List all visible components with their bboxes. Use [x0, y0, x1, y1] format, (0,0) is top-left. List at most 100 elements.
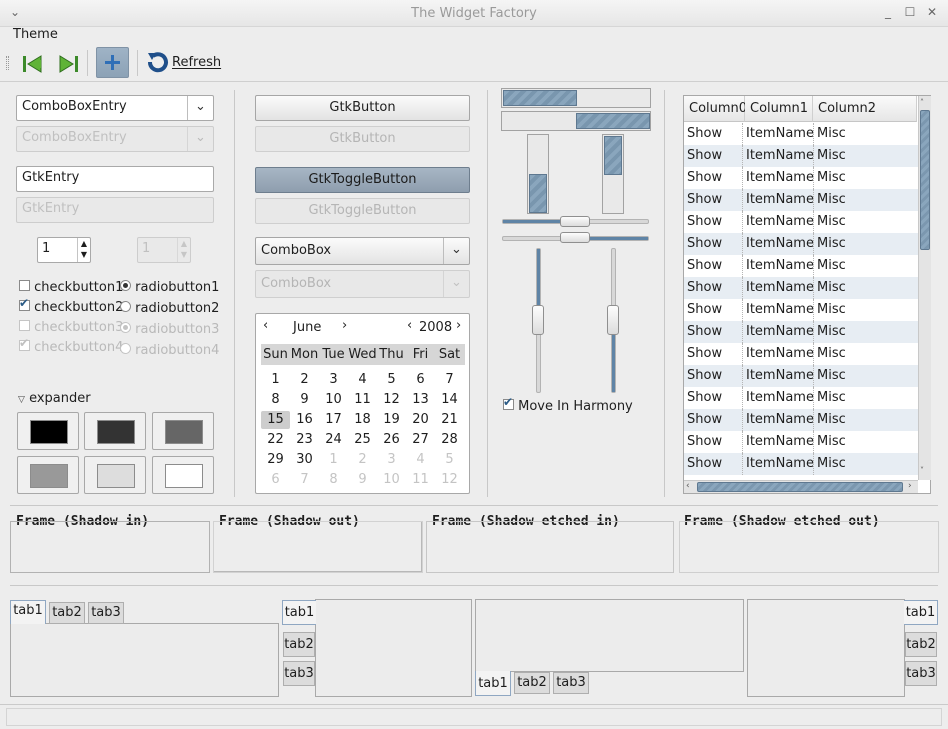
calendar-day[interactable]: 28 — [435, 431, 464, 449]
table-row[interactable]: Show ItemName Misc — [684, 167, 918, 189]
calendar-day[interactable]: 4 — [406, 451, 435, 469]
calendar-day[interactable]: 9 — [290, 391, 319, 409]
gtk-toggle-button[interactable]: GtkToggleButton — [255, 167, 470, 193]
prev-month-arrow[interactable]: ‹ — [263, 318, 268, 333]
horizontal-scrollbar[interactable]: ‹ › — [684, 480, 918, 493]
calendar-day[interactable]: 2 — [348, 451, 377, 469]
hscale-2-handle[interactable] — [560, 232, 590, 243]
table-row[interactable]: Show ItemName Misc — [684, 453, 918, 475]
calendar-day[interactable]: 26 — [377, 431, 406, 449]
calendar[interactable]: ‹ June › ‹ 2008 › Sun Mon Tue Wed Thu Fri Sat 1… — [255, 313, 470, 494]
goto-first-icon[interactable] — [20, 51, 46, 77]
spin-button[interactable]: 1 ▲ ▼ — [37, 237, 91, 263]
table-row[interactable]: Show ItemName Misc — [684, 189, 918, 211]
notebook-right-tab3[interactable]: tab3 — [905, 661, 937, 686]
notebook-left-tab3[interactable]: tab3 — [283, 661, 315, 686]
scroll-up-icon[interactable]: ˄ — [920, 98, 924, 107]
scrollbar-thumb[interactable] — [920, 110, 930, 250]
hscale-1-handle[interactable] — [560, 216, 590, 227]
table-row[interactable]: Show ItemName Misc — [684, 123, 918, 145]
checkbutton1[interactable]: checkbutton1 — [19, 280, 123, 295]
radiobutton1[interactable]: radiobutton1 — [120, 280, 219, 295]
next-year-arrow[interactable]: › — [456, 318, 461, 333]
notebook-left-tab1[interactable]: tab1 — [282, 600, 316, 625]
calendar-day[interactable]: 7 — [290, 471, 319, 489]
calendar-day[interactable]: 5 — [435, 451, 464, 469]
checkbutton2[interactable]: ✔ checkbutton2 — [19, 296, 123, 315]
toolbar-grip[interactable] — [6, 56, 9, 70]
calendar-day[interactable]: 1 — [319, 451, 348, 469]
minimize-icon[interactable]: _ — [881, 5, 895, 19]
table-row[interactable]: Show ItemName Misc — [684, 277, 918, 299]
close-icon[interactable]: ✕ — [925, 5, 939, 19]
column-header-1[interactable]: Column1 — [745, 96, 813, 122]
calendar-day[interactable]: 25 — [348, 431, 377, 449]
table-row[interactable]: Show ItemName Misc — [684, 211, 918, 233]
calendar-day[interactable]: 15 — [261, 411, 290, 429]
table-row[interactable]: Show ItemName Misc — [684, 365, 918, 387]
calendar-day[interactable]: 10 — [377, 471, 406, 489]
vscale-2-handle[interactable] — [607, 305, 619, 335]
calendar-day[interactable]: 7 — [435, 371, 464, 389]
combo-box[interactable]: ComboBox ⌄ — [255, 237, 470, 265]
notebook-right-tab2[interactable]: tab2 — [905, 632, 937, 657]
refresh-label[interactable]: Refresh — [172, 55, 221, 70]
spin-arrows-icon[interactable]: ▲ ▼ — [77, 238, 90, 262]
gtk-entry[interactable]: GtkEntry — [16, 166, 214, 192]
calendar-day[interactable]: 3 — [319, 371, 348, 389]
calendar-day[interactable]: 22 — [261, 431, 290, 449]
calendar-day[interactable]: 20 — [406, 411, 435, 429]
table-row[interactable]: Show ItemName Misc — [684, 387, 918, 409]
refresh-button[interactable] — [146, 50, 170, 78]
table-row[interactable]: Show ItemName Misc — [684, 343, 918, 365]
color-button-gray[interactable] — [152, 412, 214, 450]
table-row[interactable]: Show ItemName Misc — [684, 255, 918, 277]
vscale-1-handle[interactable] — [532, 305, 544, 335]
add-button[interactable] — [96, 47, 129, 78]
expander[interactable]: ▽ expander — [18, 391, 91, 406]
calendar-day[interactable]: 3 — [377, 451, 406, 469]
calendar-day[interactable]: 24 — [319, 431, 348, 449]
calendar-day[interactable]: 1 — [261, 371, 290, 389]
notebook-bottom-tab2[interactable]: tab2 — [514, 672, 550, 694]
table-row[interactable]: Show ItemName Misc — [684, 431, 918, 453]
scrollbar-thumb[interactable] — [697, 482, 903, 492]
notebook-top-tab2[interactable]: tab2 — [49, 602, 85, 624]
goto-last-icon[interactable] — [55, 51, 81, 77]
table-row[interactable]: Show ItemName Misc — [684, 233, 918, 255]
calendar-day[interactable]: 13 — [406, 391, 435, 409]
calendar-day[interactable]: 2 — [290, 371, 319, 389]
scroll-down-icon[interactable]: ˅ — [920, 466, 924, 475]
column-header-0[interactable]: Column0 — [684, 96, 747, 122]
scroll-left-icon[interactable]: ‹ — [686, 481, 690, 491]
calendar-day[interactable]: 27 — [406, 431, 435, 449]
gtk-button[interactable]: GtkButton — [255, 95, 470, 121]
notebook-bottom-tab1[interactable]: tab1 — [475, 671, 511, 696]
calendar-day[interactable]: 12 — [377, 391, 406, 409]
calendar-day[interactable]: 10 — [319, 391, 348, 409]
tree-view[interactable]: Column0 Column1 Column2 Show ItemName Misc… — [683, 95, 931, 494]
table-row[interactable]: Show ItemName Misc — [684, 321, 918, 343]
scroll-right-icon[interactable]: › — [908, 481, 912, 491]
table-row[interactable]: Show ItemName Misc — [684, 145, 918, 167]
calendar-day[interactable]: 21 — [435, 411, 464, 429]
notebook-top-tab3[interactable]: tab3 — [88, 602, 124, 624]
color-button-light-gray[interactable] — [84, 456, 146, 494]
notebook-left-tab2[interactable]: tab2 — [283, 632, 315, 657]
color-button-white[interactable] — [152, 456, 214, 494]
calendar-day[interactable]: 5 — [377, 371, 406, 389]
move-in-harmony-check[interactable]: ✔ Move In Harmony — [503, 395, 633, 414]
maximize-icon[interactable]: ☐ — [903, 5, 917, 19]
calendar-day[interactable]: 9 — [348, 471, 377, 489]
column-header-2[interactable]: Column2 — [813, 96, 917, 122]
notebook-top-tab1[interactable]: tab1 — [10, 600, 46, 624]
calendar-day[interactable]: 30 — [290, 451, 319, 469]
calendar-day[interactable]: 19 — [377, 411, 406, 429]
notebook-right-tab1[interactable]: tab1 — [904, 600, 938, 625]
color-button-black[interactable] — [17, 412, 79, 450]
chevron-down-icon[interactable]: ⌄ — [187, 96, 213, 120]
next-month-arrow[interactable]: › — [342, 318, 347, 333]
color-button-dark-gray[interactable] — [84, 412, 146, 450]
calendar-day[interactable]: 6 — [406, 371, 435, 389]
calendar-day[interactable]: 8 — [319, 471, 348, 489]
